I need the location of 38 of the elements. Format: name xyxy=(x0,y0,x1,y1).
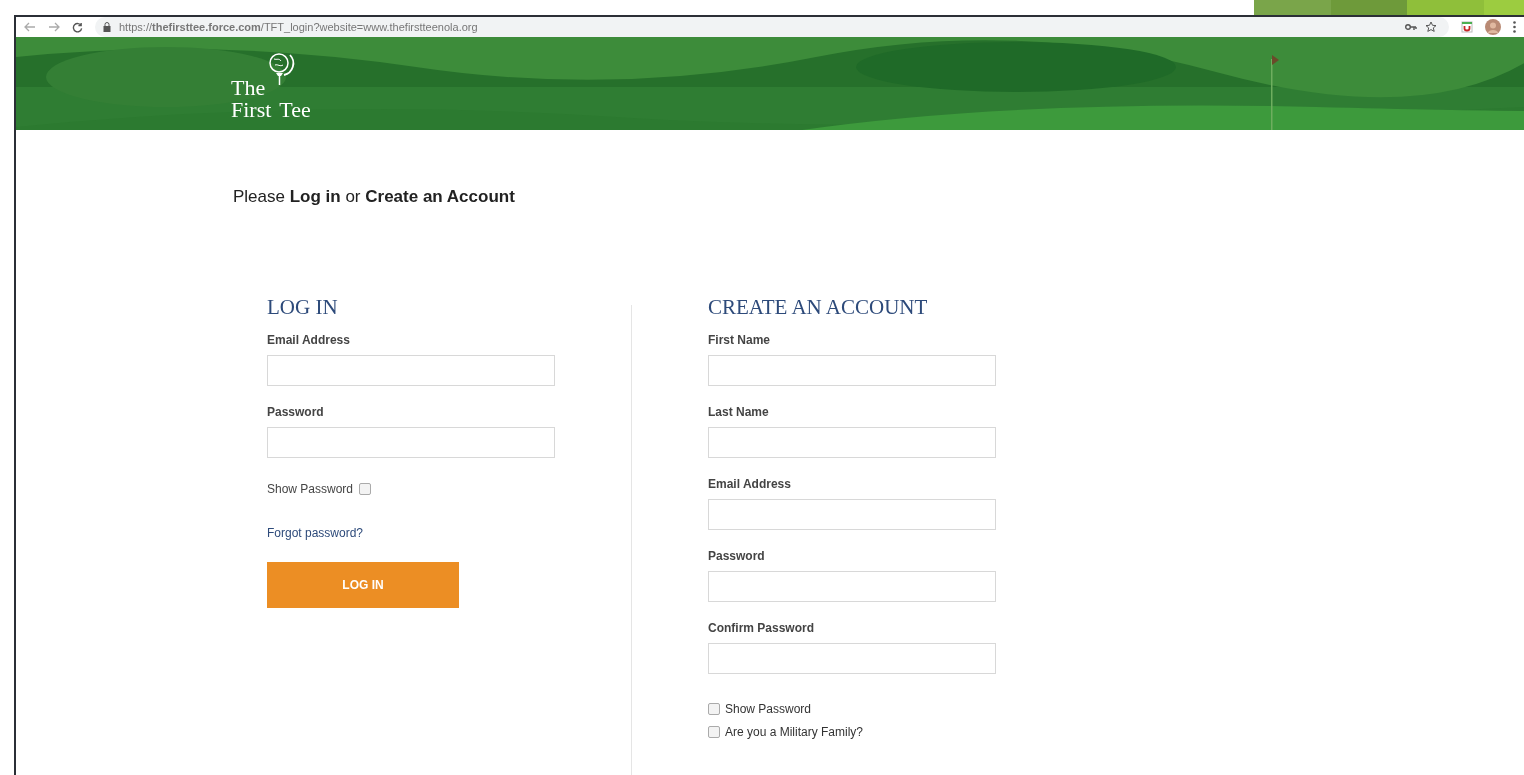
checkbox-label: Show Password xyxy=(267,481,354,498)
field-label: Password xyxy=(708,550,766,562)
log-in-button[interactable]: LOG IN xyxy=(267,562,459,608)
logo-text: The xyxy=(231,77,267,99)
lock-icon xyxy=(103,22,111,32)
reload-icon[interactable] xyxy=(72,21,83,33)
input-field[interactable] xyxy=(708,499,996,530)
checkbox[interactable] xyxy=(708,703,720,715)
section-heading: CREATE AN ACCOUNT xyxy=(708,297,929,318)
field-label: Email Address xyxy=(267,334,351,346)
input-field[interactable] xyxy=(708,427,996,458)
checkbox[interactable] xyxy=(708,726,720,738)
input-field[interactable] xyxy=(708,571,996,602)
intro-text: Please Log in or Create an Account xyxy=(233,185,516,208)
menu-icon[interactable] xyxy=(1513,21,1516,33)
extension-icon[interactable] xyxy=(1461,21,1473,33)
field-label: First Name xyxy=(708,334,772,346)
avatar-icon[interactable] xyxy=(1485,19,1501,35)
forgot-password-link[interactable]: Forgot password? xyxy=(267,524,364,542)
star-icon[interactable] xyxy=(1425,21,1437,33)
checkbox-label: Show Password xyxy=(725,701,812,718)
input-field[interactable] xyxy=(708,643,996,674)
input-field[interactable] xyxy=(708,355,996,386)
field-label: Confirm Password xyxy=(708,622,816,634)
field-label: Last Name xyxy=(708,406,770,418)
checkbox-label: Are you a Military Family? xyxy=(725,724,864,741)
input-field[interactable] xyxy=(267,355,555,386)
field-label: Password xyxy=(267,406,325,418)
section-heading: LOG IN xyxy=(267,297,339,318)
input-field[interactable] xyxy=(267,427,555,458)
torch-globe-icon xyxy=(266,51,296,85)
checkbox[interactable] xyxy=(359,483,372,495)
field-label: Email Address xyxy=(708,478,792,490)
logo-text: First xyxy=(231,99,272,121)
key-icon[interactable] xyxy=(1405,23,1417,31)
forward-icon[interactable] xyxy=(48,22,60,32)
back-icon[interactable] xyxy=(24,22,36,32)
logo-text: Tee xyxy=(279,99,311,121)
